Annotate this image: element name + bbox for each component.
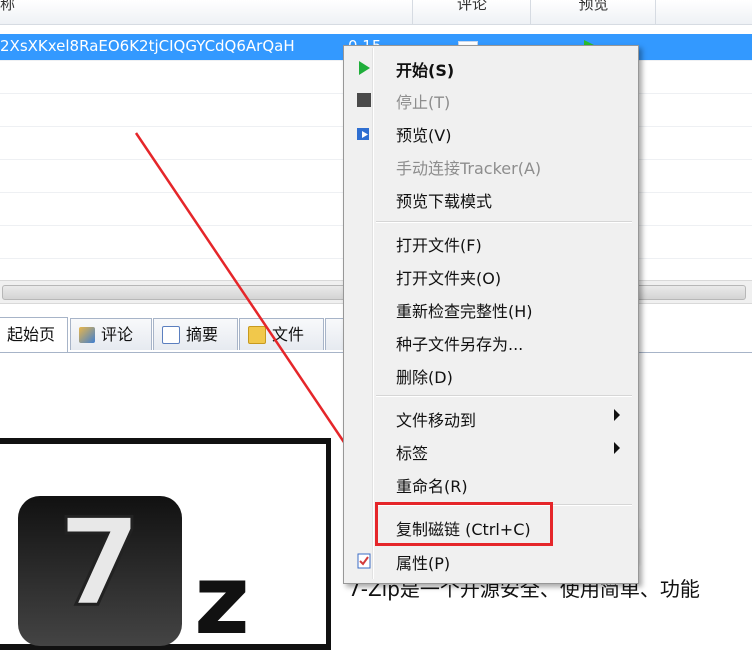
menu-item-rename[interactable]: 重命名(R) (346, 468, 634, 498)
tab-files[interactable]: 文件 (239, 318, 324, 350)
menu-item-save-torrent-as[interactable]: 种子文件另存为... (346, 326, 634, 356)
7zip-logo: 7 z (0, 438, 331, 650)
menu-item-label: 手动连接Tracker(A) (396, 159, 542, 178)
tab-comments[interactable]: 评论 (70, 318, 152, 350)
row-name: 2XsXKxel8RaEO6K2tjCIQGYCdQ6ArQaH (0, 37, 295, 55)
tab-label: 文件 (272, 324, 305, 344)
menu-item-label: 开始(S) (396, 61, 455, 80)
menu-item-label: 预览(V) (396, 126, 452, 145)
file-list-header: 称 评论 预览 (0, 0, 752, 25)
play-icon (359, 61, 370, 75)
logo-seven: 7 (57, 494, 143, 633)
stop-icon (357, 93, 371, 107)
menu-item-label: 重命名(R) (396, 477, 468, 496)
comment-icon (79, 326, 95, 343)
preview-icon (357, 128, 369, 140)
column-header-extra[interactable] (655, 0, 752, 24)
column-header-comment[interactable]: 评论 (412, 0, 531, 24)
menu-item-label: 删除(D) (396, 368, 453, 387)
summary-icon (162, 325, 180, 344)
tab-summary[interactable]: 摘要 (153, 318, 238, 350)
menu-separator (376, 221, 632, 223)
menu-item-label: 打开文件(F) (396, 236, 482, 255)
menu-item-label: 重新检查完整性(H) (396, 302, 533, 321)
column-header-preview[interactable]: 预览 (530, 0, 656, 24)
menu-item-delete[interactable]: 删除(D) (346, 359, 634, 389)
column-header-name-label: 称 (0, 0, 16, 13)
menu-item-label: 文件移动到 (396, 411, 477, 430)
menu-item-label: 打开文件夹(O) (396, 269, 502, 288)
highlight-box (375, 502, 553, 546)
menu-item-open-file[interactable]: 打开文件(F) (346, 227, 634, 257)
menu-item-label: 种子文件另存为... (396, 335, 524, 354)
file-icon (248, 325, 266, 344)
submenu-arrow-icon (614, 409, 620, 421)
menu-item-preview[interactable]: 预览(V) (346, 117, 634, 147)
menu-item-manual-tracker[interactable]: 手动连接Tracker(A) (346, 150, 634, 180)
tab-start-page[interactable]: 起始页 (0, 317, 68, 352)
menu-item-recheck[interactable]: 重新检查完整性(H) (346, 293, 634, 323)
menu-separator (376, 395, 632, 397)
menu-item-labels[interactable]: 标签 (346, 435, 634, 465)
menu-item-properties[interactable]: 属性(P) (346, 545, 634, 575)
menu-item-label: 属性(P) (396, 554, 451, 573)
tab-label: 摘要 (186, 324, 219, 344)
submenu-arrow-icon (614, 442, 620, 454)
menu-item-label: 停止(T) (396, 93, 451, 112)
logo-z: z (194, 544, 250, 656)
tab-label: 评论 (101, 324, 134, 344)
menu-item-open-folder[interactable]: 打开文件夹(O) (346, 260, 634, 290)
column-header-name[interactable]: 称 (0, 0, 412, 24)
menu-item-label: 预览下载模式 (396, 192, 493, 211)
menu-item-label: 标签 (396, 444, 429, 463)
properties-icon (357, 553, 371, 569)
menu-item-preview-download-mode[interactable]: 预览下载模式 (346, 183, 634, 213)
column-header-preview-label: 预览 (578, 0, 609, 13)
tab-label: 起始页 (7, 325, 56, 344)
menu-item-start[interactable]: 开始(S) (346, 52, 634, 82)
column-header-comment-label: 评论 (456, 0, 487, 13)
menu-item-stop[interactable]: 停止(T) (346, 84, 634, 114)
menu-item-move-file-to[interactable]: 文件移动到 (346, 402, 634, 432)
